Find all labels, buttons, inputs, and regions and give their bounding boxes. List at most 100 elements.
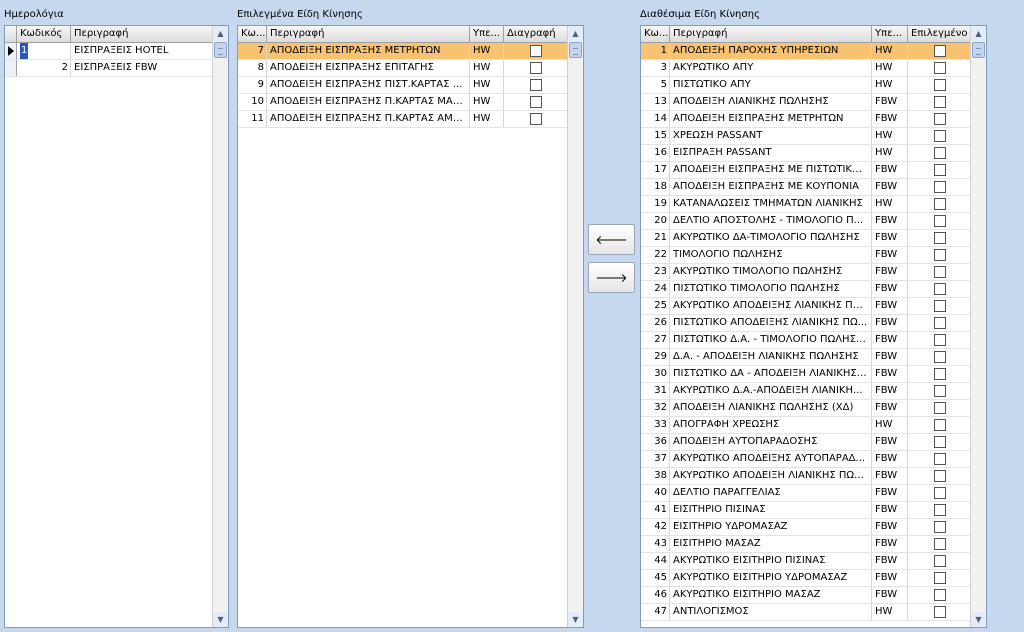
selected-cell[interactable] xyxy=(908,587,971,603)
selected-checkbox[interactable] xyxy=(933,470,946,482)
code-cell[interactable]: 1 xyxy=(17,43,71,59)
scroll-up-icon[interactable]: ▲ xyxy=(213,26,228,41)
selected-checkbox[interactable] xyxy=(933,62,946,74)
selected-cell[interactable] xyxy=(908,553,971,569)
table-row[interactable]: 31 ΑΚΥΡΩΤΙΚΟ Δ.Α.-ΑΠΟΔΕΙΞΗ ΛΙΑΝΙΚΗ... FBW xyxy=(641,383,971,400)
delete-checkbox[interactable] xyxy=(530,113,542,125)
col-delete-header[interactable]: Διαγραφή xyxy=(504,26,568,43)
table-row[interactable]: 3 ΑΚΥΡΩΤΙΚΟ ΑΠΥ HW xyxy=(641,60,971,77)
selected-cell[interactable] xyxy=(908,434,971,450)
table-row[interactable]: 33 ΑΠΟΓΡΑΦΗ ΧΡΕΩΣΗΣ HW xyxy=(641,417,971,434)
selected-checkbox[interactable] xyxy=(933,555,946,567)
selected-checkbox[interactable] xyxy=(933,402,946,414)
delete-cell[interactable] xyxy=(504,43,568,59)
selected-cell[interactable] xyxy=(908,213,971,229)
scroll-thumb[interactable] xyxy=(569,42,582,58)
selected-cell[interactable] xyxy=(908,366,971,382)
selected-cell[interactable] xyxy=(908,60,971,76)
selected-cell[interactable] xyxy=(908,383,971,399)
table-row[interactable]: 37 ΑΚΥΡΩΤΙΚΟ ΑΠΟΔΕΙΞΗΣ ΑΥΤΟΠΑΡΑΔ... FBW xyxy=(641,451,971,468)
selected-checkbox[interactable] xyxy=(933,385,946,397)
selected-checkbox[interactable] xyxy=(933,334,946,346)
scroll-up-icon[interactable]: ▲ xyxy=(568,26,583,41)
code-cell[interactable]: 2 xyxy=(17,60,71,76)
selected-checkbox[interactable] xyxy=(933,317,946,329)
selected-checkbox[interactable] xyxy=(933,96,946,108)
selected-cell[interactable] xyxy=(908,111,971,127)
selected-checkbox[interactable] xyxy=(933,164,946,176)
table-row[interactable]: 22 ΤΙΜΟΛΟΓΙΟ ΠΩΛΗΣΗΣ FBW xyxy=(641,247,971,264)
selected-checkbox[interactable] xyxy=(933,606,946,618)
table-row[interactable]: 43 ΕΙΣΙΤΗΡΙΟ ΜΑΣΑΖ FBW xyxy=(641,536,971,553)
table-row[interactable]: 21 ΑΚΥΡΩΤΙΚΟ ΔΑ-ΤΙΜΟΛΟΓΙΟ ΠΩΛΗΣΗΣ FBW xyxy=(641,230,971,247)
selected-checkbox[interactable] xyxy=(933,453,946,465)
code-value[interactable]: 1 xyxy=(20,43,29,59)
selected-checkbox[interactable] xyxy=(933,572,946,584)
selected-cell[interactable] xyxy=(908,570,971,586)
selected-checkbox[interactable] xyxy=(933,351,946,363)
selected-cell[interactable] xyxy=(908,94,971,110)
table-row[interactable]: 16 ΕΙΣΠΡΑΞΗ PASSANT HW xyxy=(641,145,971,162)
selected-cell[interactable] xyxy=(908,502,971,518)
table-row[interactable]: 40 ΔΕΛΤΙΟ ΠΑΡΑΓΓΕΛΙΑΣ FBW xyxy=(641,485,971,502)
selected-cell[interactable] xyxy=(908,162,971,178)
delete-checkbox[interactable] xyxy=(530,45,542,57)
table-row[interactable]: 32 ΑΠΟΔΕΙΞΗ ΛΙΑΝΙΚΗΣ ΠΩΛΗΣΗΣ (ΧΔ) FBW xyxy=(641,400,971,417)
scroll-thumb[interactable] xyxy=(972,42,985,58)
selected-checkbox[interactable] xyxy=(933,45,946,57)
table-row[interactable]: 18 ΑΠΟΔΕΙΞΗ ΕΙΣΠΡΑΞΗΣ ΜΕ ΚΟΥΠΟΝΙΑ FBW xyxy=(641,179,971,196)
scroll-thumb[interactable] xyxy=(214,42,227,58)
table-row[interactable]: 36 ΑΠΟΔΕΙΞΗ ΑΥΤΟΠΑΡΑΔΟΣΗΣ FBW xyxy=(641,434,971,451)
selected-cell[interactable] xyxy=(908,536,971,552)
selected-cell[interactable] xyxy=(908,281,971,297)
table-row[interactable]: 25 ΑΚΥΡΩΤΙΚΟ ΑΠΟΔΕΙΞΗΣ ΛΙΑΝΙΚΗΣ ΠΩ... FBW xyxy=(641,298,971,315)
delete-cell[interactable] xyxy=(504,94,568,110)
table-row[interactable]: 27 ΠΙΣΤΩΤΙΚΟ Δ.Α. - ΤΙΜΟΛΟΓΙΟ ΠΩΛΗΣΗΣ FBW xyxy=(641,332,971,349)
selected-cell[interactable] xyxy=(908,451,971,467)
table-row[interactable]: 38 ΑΚΥΡΩΤΙΚΟ ΑΠΟΔΕΙΞΗ ΛΙΑΝΙΚΗΣ ΠΩΛ... FBW xyxy=(641,468,971,485)
selected-cell[interactable] xyxy=(908,264,971,280)
selected-cell[interactable] xyxy=(908,468,971,484)
table-row[interactable]: 42 ΕΙΣΙΤΗΡΙΟ ΥΔΡΟΜΑΣΑΖ FBW xyxy=(641,519,971,536)
selected-cell[interactable] xyxy=(908,230,971,246)
selected-cell[interactable] xyxy=(908,247,971,263)
selected-checkbox[interactable] xyxy=(933,436,946,448)
selected-types-scrollbar[interactable]: ▲ ▼ xyxy=(567,26,583,627)
table-row[interactable]: 30 ΠΙΣΤΩΤΙΚΟ ΔΑ - ΑΠΟΔΕΙΞΗ ΛΙΑΝΙΚΗΣ ... FB… xyxy=(641,366,971,383)
selected-checkbox[interactable] xyxy=(933,266,946,278)
selected-cell[interactable] xyxy=(908,315,971,331)
selected-checkbox[interactable] xyxy=(933,504,946,516)
selected-cell[interactable] xyxy=(908,128,971,144)
delete-checkbox[interactable] xyxy=(530,79,542,91)
table-row[interactable]: 29 Δ.Α. - ΑΠΟΔΕΙΞΗ ΛΙΑΝΙΚΗΣ ΠΩΛΗΣΗΣ FBW xyxy=(641,349,971,366)
selected-checkbox[interactable] xyxy=(933,419,946,431)
table-row[interactable]: 17 ΑΠΟΔΕΙΞΗ ΕΙΣΠΡΑΞΗΣ ΜΕ ΠΙΣΤΩΤΙΚΗ ... FBW xyxy=(641,162,971,179)
selected-checkbox[interactable] xyxy=(933,147,946,159)
table-row[interactable]: 1 ΕΙΣΠΡΑΞΕΙΣ HOTEL xyxy=(5,43,213,60)
selected-checkbox[interactable] xyxy=(933,368,946,380)
table-row[interactable]: 20 ΔΕΛΤΙΟ ΑΠΟΣΤΟΛΗΣ - ΤΙΜΟΛΟΓΙΟ Π... FBW xyxy=(641,213,971,230)
table-row[interactable]: 45 ΑΚΥΡΩΤΙΚΟ ΕΙΣΙΤΗΡΙΟ ΥΔΡΟΜΑΣΑΖ FBW xyxy=(641,570,971,587)
selected-checkbox[interactable] xyxy=(933,130,946,142)
selected-checkbox[interactable] xyxy=(933,232,946,244)
journals-grid[interactable]: Κωδικός Περιγραφή 1 ΕΙΣΠΡΑΞΕΙΣ HOTEL 2 ΕΙΣΠ… xyxy=(4,25,229,628)
selected-checkbox[interactable] xyxy=(933,487,946,499)
selected-checkbox[interactable] xyxy=(933,249,946,261)
available-types-grid[interactable]: Κω... Περιγραφή Υπε... Επιλεγμένο 1 ΑΠΟΔΕ… xyxy=(640,25,987,628)
selected-cell[interactable] xyxy=(908,43,971,59)
selected-cell[interactable] xyxy=(908,145,971,161)
table-row[interactable]: 10 ΑΠΟΔΕΙΞΗ ΕΙΣΠΡΑΞΗΣ Π.ΚΑΡΤΑΣ MAS... HW xyxy=(238,94,568,111)
col-selected-header[interactable]: Επιλεγμένο xyxy=(908,26,971,43)
col-code-header[interactable]: Κω... xyxy=(641,26,670,43)
delete-cell[interactable] xyxy=(504,111,568,127)
col-desc-header[interactable]: Περιγραφή xyxy=(71,26,213,43)
col-type-header[interactable]: Υπε... xyxy=(872,26,908,43)
scroll-down-icon[interactable]: ▼ xyxy=(213,612,228,627)
selected-checkbox[interactable] xyxy=(933,181,946,193)
delete-checkbox[interactable] xyxy=(530,62,542,74)
selected-checkbox[interactable] xyxy=(933,521,946,533)
table-row[interactable]: 11 ΑΠΟΔΕΙΞΗ ΕΙΣΠΡΑΞΗΣ Π.ΚΑΡΤΑΣ ΑΜΕ... HW xyxy=(238,111,568,128)
delete-cell[interactable] xyxy=(504,60,568,76)
table-row[interactable]: 1 ΑΠΟΔΕΙΞΗ ΠΑΡΟΧΗΣ ΥΠΗΡΕΣΙΩΝ HW xyxy=(641,43,971,60)
selected-checkbox[interactable] xyxy=(933,79,946,91)
